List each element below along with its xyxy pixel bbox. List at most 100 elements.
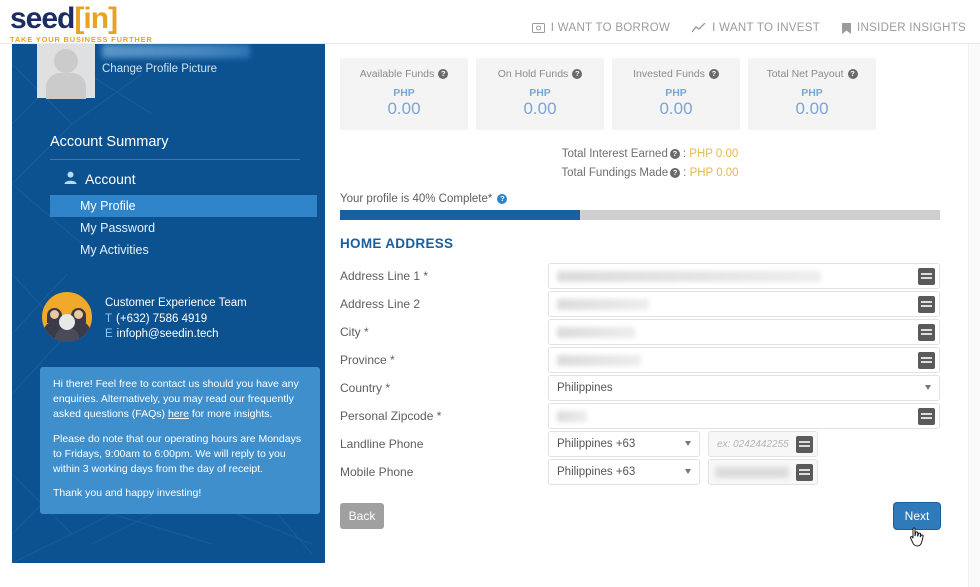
city-input[interactable] xyxy=(548,319,940,345)
address-line-1-label: Address Line 1 * xyxy=(340,269,429,283)
country-control: Philippines xyxy=(548,375,940,401)
landline-phone-control: Philippines +63 ex: 0242442255 xyxy=(548,431,818,457)
total-fundings-made-value: PHP 0.00 xyxy=(689,167,739,179)
avatar xyxy=(37,44,95,99)
change-profile-picture-link[interactable]: Change Profile Picture xyxy=(102,63,217,75)
province-label: Province * xyxy=(340,353,395,367)
profile-header: Change Profile Picture xyxy=(12,44,325,104)
logo-bracket-close: ] xyxy=(108,2,118,35)
field-row-address-line-1: Address Line 1 * xyxy=(340,262,960,290)
card-invested-funds-currency: PHP xyxy=(665,87,687,99)
logo-in-text: in xyxy=(83,2,109,35)
mobile-phone-input[interactable] xyxy=(708,459,818,485)
help-icon[interactable]: ? xyxy=(572,69,583,79)
logo-wordmark: seed[in] xyxy=(10,4,153,34)
card-on-hold-funds-value: 0.00 xyxy=(523,99,557,118)
personal-zipcode-input[interactable] xyxy=(548,403,940,429)
address-line-2-redacted-value xyxy=(557,299,649,310)
funds-cards: Available Funds ? PHP 0.00 On Hold Funds… xyxy=(340,58,960,130)
sidebar-item-account[interactable]: Account xyxy=(64,171,325,187)
bookmark-icon xyxy=(842,22,852,34)
address-line-2-input[interactable] xyxy=(548,291,940,317)
card-invested-funds: Invested Funds ? PHP 0.00 xyxy=(612,58,740,130)
help-icon[interactable]: ? xyxy=(497,194,508,204)
address-line-1-control xyxy=(548,263,940,289)
address-line-1-input[interactable] xyxy=(548,263,940,289)
field-row-city: City * xyxy=(340,318,960,346)
help-icon[interactable]: ? xyxy=(670,167,681,178)
sidebar-item-my-activities-label: My Activities xyxy=(80,243,149,257)
sidebar-item-my-password-label: My Password xyxy=(80,221,156,235)
city-label: City * xyxy=(340,325,369,339)
card-available-funds-title: Available Funds ? xyxy=(360,68,449,80)
keyboard-icon[interactable] xyxy=(918,324,935,341)
nav-item-invest[interactable]: I WANT TO INVEST xyxy=(692,22,820,34)
support-avatar-face-left xyxy=(50,310,59,319)
city-control xyxy=(548,319,940,345)
chevron-down-icon xyxy=(925,385,931,390)
chevron-down-icon xyxy=(685,441,691,446)
sidebar-item-my-activities[interactable]: My Activities xyxy=(12,239,325,261)
mobile-country-code-value: Philippines +63 xyxy=(557,466,636,478)
country-label: Country * xyxy=(340,381,391,395)
page-title: HOME ADDRESS xyxy=(340,236,454,251)
brand-logo[interactable]: seed[in] TAKE YOUR BUSINESS FURTHER xyxy=(10,4,153,45)
chevron-down-icon xyxy=(685,469,691,474)
support-team-avatar xyxy=(42,292,92,342)
field-row-personal-zipcode: Personal Zipcode * xyxy=(340,402,960,430)
card-total-net-payout: Total Net Payout ? PHP 0.00 xyxy=(748,58,876,130)
keyboard-icon[interactable] xyxy=(918,296,935,313)
help-icon[interactable]: ? xyxy=(708,69,719,79)
address-line-2-control xyxy=(548,291,940,317)
help-icon[interactable]: ? xyxy=(438,69,449,79)
keyboard-icon[interactable] xyxy=(796,436,813,453)
keyboard-icon[interactable] xyxy=(918,408,935,425)
sidebar-item-my-profile[interactable]: My Profile xyxy=(50,195,317,217)
personal-zipcode-label: Personal Zipcode * xyxy=(340,409,442,423)
next-button[interactable]: Next xyxy=(894,503,940,529)
keyboard-icon[interactable] xyxy=(796,464,813,481)
support-phone-key: T xyxy=(105,313,113,325)
card-invested-funds-value: 0.00 xyxy=(659,99,693,118)
landline-country-code-select[interactable]: Philippines +63 xyxy=(548,431,700,457)
personal-zipcode-redacted-value xyxy=(557,411,587,422)
mobile-country-code-select[interactable]: Philippines +63 xyxy=(548,459,700,485)
country-select-value: Philippines xyxy=(557,382,613,394)
sidebar-item-my-password[interactable]: My Password xyxy=(12,217,325,239)
info-paragraph-2: Please do note that our operating hours … xyxy=(53,432,302,476)
faq-link[interactable]: here xyxy=(168,408,189,420)
mouse-cursor xyxy=(910,527,924,547)
support-block: Customer Experience Team T (+632) 7586 49… xyxy=(12,288,325,360)
nav-item-borrow[interactable]: I WANT TO BORROW xyxy=(531,22,670,34)
keyboard-icon[interactable] xyxy=(918,352,935,369)
page-scrollbar[interactable] xyxy=(968,44,980,587)
support-avatar-body-center xyxy=(55,328,79,342)
cash-icon xyxy=(531,23,545,33)
province-input[interactable] xyxy=(548,347,940,373)
sidebar-divider xyxy=(50,159,300,160)
country-select[interactable]: Philippines xyxy=(548,375,940,401)
support-text: Customer Experience Team T (+632) 7586 49… xyxy=(105,297,247,343)
avatar-head xyxy=(54,49,78,73)
progress-label: Your profile is 40% Complete* xyxy=(340,193,493,205)
field-row-province: Province * xyxy=(340,346,960,374)
info-p1-after: for more insights. xyxy=(188,408,273,421)
avatar-body xyxy=(46,73,86,99)
help-icon[interactable]: ? xyxy=(847,69,858,79)
province-redacted-value xyxy=(557,355,641,366)
landline-phone-input[interactable]: ex: 0242442255 xyxy=(708,431,818,457)
back-button[interactable]: Back xyxy=(340,503,384,529)
sidebar-item-account-label: Account xyxy=(85,171,136,187)
help-icon[interactable]: ? xyxy=(669,148,680,159)
profile-progress-fill xyxy=(340,210,580,220)
keyboard-icon[interactable] xyxy=(918,268,935,285)
info-paragraph-1: Hi there! Feel free to contact us should… xyxy=(53,377,307,423)
sidebar-nav-list: My Profile My Password My Activities xyxy=(12,195,325,261)
support-avatar-person-center xyxy=(59,314,75,330)
field-row-landline-phone: Landline Phone Philippines +63 ex: 02424… xyxy=(340,430,960,458)
support-email-value[interactable]: infoph@seedin.tech xyxy=(117,328,219,340)
landline-phone-placeholder: ex: 0242442255 xyxy=(717,439,789,450)
nav-item-insights[interactable]: INSIDER INSIGHTS xyxy=(842,22,966,34)
support-info-panel: Hi there! Feel free to contact us should… xyxy=(40,367,320,514)
info-paragraph-3: Thank you and happy investing! xyxy=(53,487,202,500)
